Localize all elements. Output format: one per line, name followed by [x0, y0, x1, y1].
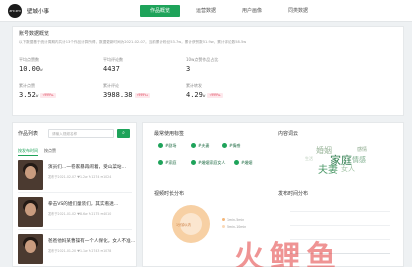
tag-icon	[191, 143, 196, 148]
tag-chip[interactable]: #家庭	[158, 159, 176, 167]
tag-chip[interactable]: #婚姻家庭女人	[191, 159, 225, 167]
tag-chip[interactable]: #剧场	[158, 142, 176, 150]
change-badge: ↑999%+	[40, 92, 56, 98]
tab-similar-data[interactable]: 同类数据	[278, 5, 318, 17]
donut-center-label: 1分钟以内	[176, 223, 191, 227]
metric-label-10w-ratio: 10w点赞作品占比	[186, 57, 219, 62]
works-title: 作品列表	[18, 131, 39, 137]
tab-works-overview[interactable]: 作品概览	[140, 5, 180, 17]
work-item[interactable]: 拳击VS的姐们童装们，其实看透… 发布于2021-01-02 ♥8.6w ↻21…	[18, 194, 132, 230]
works-search-input[interactable]: 请输入视频名称	[48, 129, 114, 138]
word-cloud-word: 感情	[357, 147, 368, 153]
account-logo: ZHI ZHI	[8, 4, 22, 18]
metric-10w-ratio: 3	[186, 65, 191, 73]
tag-chip[interactable]: #夫妻	[191, 142, 209, 150]
work-title: 演员们…一卷家暴再闹着，受山菜站…	[48, 165, 127, 170]
account-name: 壁城小事	[27, 9, 50, 15]
work-meta: 发布于2021-01-20 ♥1.1w ↻2743 ✉1078	[48, 249, 112, 253]
search-icon: ⌕	[122, 130, 125, 136]
tab-user-profile[interactable]: 用户画像	[232, 5, 272, 17]
search-button[interactable]: ⌕	[117, 129, 130, 138]
metric-label-total-shares: 累计转发	[186, 83, 202, 88]
work-meta: 发布于2021-02-07 ♥1.2w ↻1274 ✉1024	[48, 175, 112, 179]
overview-card: 账号数据概览 以下数据基于统计周期内共计13个作品计算所得，数据更新时间为202…	[12, 26, 404, 116]
video-thumbnail	[18, 160, 43, 190]
metric-total-comments: 3988.38 ↑999%+	[103, 91, 151, 99]
word-cloud-word: 女人	[341, 165, 355, 173]
word-cloud-word: 生活	[305, 156, 313, 161]
word-cloud-title: 内容词云	[278, 131, 299, 137]
metric-label-avg-likes: 平均点赞数	[19, 57, 39, 62]
metric-total-likes: 3.52w ↑999%+	[19, 91, 56, 99]
hot-tags-title: 最常使用标签	[154, 131, 185, 137]
work-meta: 发布于2021-01-02 ♥8.6w ↻2175 ✉4010	[48, 212, 112, 216]
subtab-by-likes[interactable]: 按点赞	[44, 148, 56, 154]
work-title: 拳击VS的姐们童装们，其实看透…	[48, 202, 119, 207]
metric-avg-likes: 10.00w	[19, 65, 43, 73]
change-badge: ↑999%+	[134, 92, 151, 98]
overview-title: 账号数据概览	[19, 31, 50, 37]
work-item[interactable]: 爸爸他妈某曹操有一个人保化，女人不准… 发布于2021-01-20 ♥1.1w …	[18, 231, 136, 267]
metric-avg-comments: 4437	[103, 65, 120, 73]
publish-time-title: 发布时间分布	[278, 191, 309, 197]
tag-icon	[158, 143, 163, 148]
word-cloud-word: 情感	[352, 156, 366, 164]
tag-chip[interactable]: #婚姻	[234, 159, 252, 167]
tag-icon	[191, 160, 196, 165]
word-cloud-word: 夫妻	[318, 165, 338, 176]
tag-icon	[222, 143, 227, 148]
tag-icon	[234, 160, 239, 165]
tab-operation-data[interactable]: 运营数据	[186, 5, 226, 17]
metric-total-shares: 4.29w ↑999%+	[186, 91, 223, 99]
tag-icon	[158, 160, 163, 165]
metric-label-total-comments: 累计评论	[103, 83, 119, 88]
brand-watermark: 火鲤鱼	[234, 240, 342, 267]
tag-chip[interactable]: #情感	[222, 142, 240, 150]
subtab-by-publish-time[interactable]: 按发布时间	[18, 148, 38, 154]
metric-label-avg-comments: 平均评论数	[103, 57, 123, 62]
overview-summary: 以下数据基于统计周期内共计13个作品计算所得，数据更新时间为2021-02-07…	[19, 40, 247, 44]
change-badge: ↑999%+	[207, 92, 223, 98]
video-thumbnail	[18, 234, 43, 264]
video-thumbnail	[18, 197, 43, 227]
legend-item: 1min-5min	[222, 218, 244, 222]
metric-label-total-likes: 累计点赞	[19, 83, 35, 88]
legend-item: 5min-10min	[222, 225, 246, 229]
work-title: 爸爸他妈某曹操有一个人保化，女人不准…	[48, 239, 136, 244]
work-item[interactable]: 演员们…一卷家暴再闹着，受山菜站… 发布于2021-02-07 ♥1.2w ↻1…	[18, 157, 132, 193]
duration-title: 视频时长分布	[154, 191, 185, 197]
active-subtab-indicator	[18, 155, 38, 156]
top-bar: ZHI ZHI 壁城小事 作品概览 运营数据 用户画像 同类数据	[0, 0, 412, 22]
duration-donut-chart	[172, 205, 210, 243]
